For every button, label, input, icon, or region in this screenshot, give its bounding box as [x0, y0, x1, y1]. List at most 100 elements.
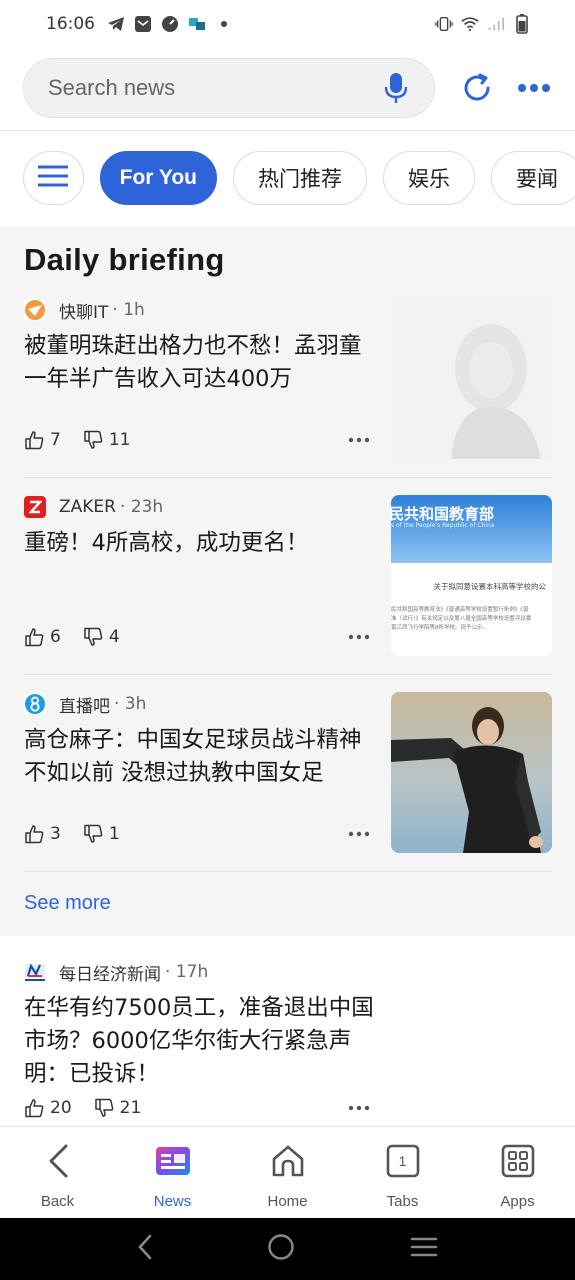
menu-button[interactable]	[23, 151, 84, 205]
nav-label: Tabs	[386, 1193, 419, 1210]
source-logo-icon	[24, 496, 46, 518]
header-divider	[0, 130, 575, 131]
briefing-title: Daily briefing	[24, 242, 225, 277]
reaction-bar: 6 4	[24, 627, 370, 647]
system-status-icons	[435, 14, 531, 34]
thumbs-up-icon	[25, 431, 44, 450]
status-bar: 16:06	[0, 0, 575, 48]
article-more-icon[interactable]	[348, 634, 370, 640]
chevron-left-icon	[47, 1141, 69, 1181]
article-age: · 23h	[119, 497, 164, 517]
tab-for-you[interactable]: For You	[99, 151, 217, 205]
like-count: 7	[50, 430, 61, 450]
bottom-navigation: Back News Home 1 Tabs Apps	[0, 1126, 575, 1218]
thumb-title: 关于拟同意设置本科高等学校的公	[433, 582, 547, 591]
article-thumbnail[interactable]: 民共和国教育部 s of the People's Republic of Ch…	[391, 495, 552, 656]
dot-icon	[215, 15, 233, 33]
see-more-link[interactable]: See more	[24, 892, 111, 915]
article-age: · 17h	[165, 962, 209, 982]
mic-icon[interactable]	[382, 71, 410, 105]
dislike-count: 1	[108, 824, 120, 844]
apps-grid-icon	[501, 1141, 535, 1181]
thumbs-down-icon	[84, 430, 103, 449]
thumb-body-line: 民共和国高等教育法》《普通高等学校设置暂行条例》《普	[391, 607, 529, 613]
like-button[interactable]: 20	[24, 1098, 72, 1118]
thumbs-up-icon	[25, 825, 44, 844]
article-headline[interactable]: 高仓麻子：中国女足球员战斗精神不如以前 没想过执教中国女足	[24, 724, 374, 790]
nav-home[interactable]: Home	[230, 1127, 345, 1219]
thumb-body-line: 黄江西飞行学院等8所学校。现予公示。	[391, 625, 489, 631]
dislike-button[interactable]: 4	[83, 627, 120, 647]
article-thumbnail[interactable]	[391, 298, 552, 459]
briefing-article[interactable]: 直播吧 · 3h 高仓麻子：中国女足球员战斗精神不如以前 没想过执教中国女足 3…	[24, 692, 552, 858]
tabs-icon: 1	[386, 1141, 420, 1181]
article-more-icon[interactable]	[348, 831, 370, 837]
battery-icon	[513, 14, 531, 34]
system-back-icon[interactable]	[137, 1234, 153, 1264]
source-logo-icon	[24, 299, 46, 321]
article-headline[interactable]: 重磅！4所高校，成功更名！	[24, 527, 374, 560]
thumbs-down-icon	[94, 1098, 113, 1117]
article-age: · 1h	[112, 300, 145, 320]
like-button[interactable]: 3	[24, 824, 61, 844]
like-count: 6	[50, 627, 61, 647]
system-home-icon[interactable]	[267, 1233, 295, 1265]
article-headline[interactable]: 在华有约7500员工，准备退出中国市场？6000亿华尔街大行紧急声明：已投诉！	[24, 992, 376, 1091]
mail-icon	[134, 15, 152, 33]
signal-icon	[487, 15, 505, 33]
nav-label: Home	[267, 1193, 308, 1210]
article-thumbnail[interactable]	[391, 692, 552, 853]
article-divider	[24, 674, 552, 675]
notification-icons	[107, 15, 233, 33]
more-options-icon[interactable]	[516, 71, 552, 105]
tab-headlines[interactable]: 要闻	[491, 151, 575, 205]
wifi-icon	[461, 15, 479, 33]
thumbs-up-icon	[25, 628, 44, 647]
tab-hot[interactable]: 热门推荐	[233, 151, 367, 205]
search-input[interactable]	[48, 75, 382, 101]
dislike-button[interactable]: 1	[83, 824, 120, 844]
nav-news[interactable]: News	[115, 1127, 230, 1219]
vibrate-icon	[435, 15, 453, 33]
nav-tabs[interactable]: 1 Tabs	[345, 1127, 460, 1219]
dislike-count: 4	[108, 627, 120, 647]
source-name: ZAKER	[59, 497, 116, 517]
like-button[interactable]: 7	[24, 430, 61, 450]
reaction-bar: 7 11	[24, 430, 370, 450]
source-name: 直播吧	[59, 696, 110, 717]
system-recents-icon[interactable]	[410, 1236, 438, 1262]
thumb-subheading: s of the People's Republic of China	[391, 522, 495, 529]
source-row: 每日经济新闻 · 17h	[24, 960, 552, 985]
source-name: 快聊IT	[59, 302, 109, 323]
thumbs-up-icon	[25, 1099, 44, 1118]
nav-label: Back	[40, 1193, 75, 1210]
search-box[interactable]	[23, 58, 435, 118]
nav-back[interactable]: Back	[0, 1127, 115, 1219]
thumbs-down-icon	[84, 824, 103, 843]
briefing-article[interactable]: 快聊IT · 1h 被董明珠赶出格力也不愁！孟羽童一年半广告收入可达400万 7…	[24, 298, 552, 464]
reaction-bar: 3 1	[24, 824, 370, 844]
article-age: · 3h	[114, 694, 147, 714]
tabs-count: 1	[398, 1153, 407, 1169]
translate-icon	[188, 15, 206, 33]
like-count: 3	[50, 824, 61, 844]
source-logo-icon	[24, 961, 46, 983]
source-name: 每日经济新闻	[59, 964, 161, 985]
dislike-button[interactable]: 11	[83, 430, 130, 450]
tab-entertainment[interactable]: 娱乐	[383, 151, 475, 205]
dislike-button[interactable]: 21	[94, 1098, 141, 1118]
daily-briefing-section: Daily briefing 快聊IT · 1h 被董明珠赶出格力也不愁！孟羽童…	[0, 226, 575, 936]
thumbs-down-icon	[84, 627, 103, 646]
article-headline[interactable]: 被董明珠赶出格力也不愁！孟羽童一年半广告收入可达400万	[24, 330, 374, 396]
feed-article[interactable]: 每日经济新闻 · 17h 在华有约7500员工，准备退出中国市场？6000亿华尔…	[24, 960, 552, 1118]
article-more-icon[interactable]	[348, 437, 370, 443]
article-more-icon[interactable]	[348, 1105, 370, 1111]
article-divider	[24, 871, 552, 872]
article-divider	[24, 477, 552, 478]
refresh-icon[interactable]	[460, 71, 494, 105]
nav-apps[interactable]: Apps	[460, 1127, 575, 1219]
reaction-bar: 20 21	[24, 1098, 370, 1118]
briefing-article[interactable]: ZAKER · 23h 重磅！4所高校，成功更名！ 6 4 民共和国教育部 s …	[24, 495, 552, 661]
like-button[interactable]: 6	[24, 627, 61, 647]
nav-label: News	[153, 1193, 192, 1210]
